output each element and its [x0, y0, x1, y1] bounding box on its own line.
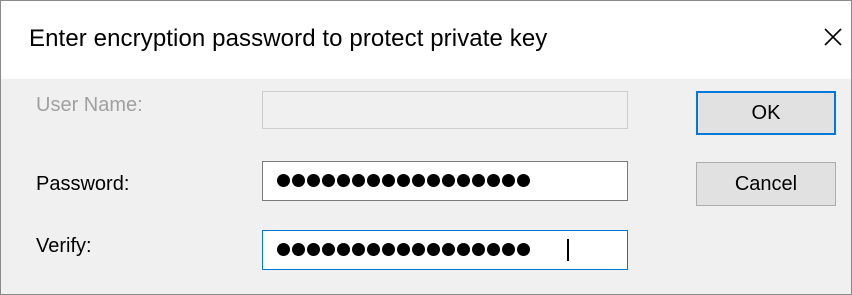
mask-dot — [337, 243, 350, 256]
title-bar: Enter encryption password to protect pri… — [1, 1, 851, 79]
mask-dot — [397, 243, 410, 256]
mask-dot — [517, 243, 530, 256]
mask-dot — [352, 243, 365, 256]
mask-dot — [517, 174, 530, 187]
mask-dot — [457, 243, 470, 256]
mask-dot — [397, 174, 410, 187]
mask-dot — [472, 243, 485, 256]
mask-dot — [292, 174, 305, 187]
password-label: Password: — [36, 173, 130, 195]
username-label: User Name: — [36, 94, 143, 116]
mask-dot — [502, 174, 515, 187]
mask-dot — [277, 174, 290, 187]
mask-dot — [277, 243, 290, 256]
mask-dot — [322, 243, 335, 256]
mask-dot — [307, 174, 320, 187]
mask-dot — [322, 174, 335, 187]
mask-dot — [487, 174, 500, 187]
mask-dot — [382, 243, 395, 256]
encryption-password-dialog: Enter encryption password to protect pri… — [0, 0, 852, 295]
password-mask — [277, 174, 530, 187]
dialog-body: User Name: Password: Verify: OK Cancel — [1, 79, 851, 294]
mask-dot — [487, 243, 500, 256]
mask-dot — [307, 243, 320, 256]
verify-label: Verify: — [36, 235, 92, 257]
mask-dot — [382, 174, 395, 187]
dialog-title: Enter encryption password to protect pri… — [29, 25, 548, 52]
mask-dot — [442, 174, 455, 187]
mask-dot — [442, 243, 455, 256]
mask-dot — [427, 174, 440, 187]
verify-mask — [277, 243, 530, 256]
mask-dot — [412, 174, 425, 187]
mask-dot — [427, 243, 440, 256]
username-field — [262, 91, 628, 129]
verify-field[interactable] — [262, 230, 628, 270]
mask-dot — [367, 243, 380, 256]
mask-dot — [292, 243, 305, 256]
mask-dot — [367, 174, 380, 187]
close-icon[interactable] — [819, 23, 847, 51]
text-caret — [567, 239, 569, 261]
mask-dot — [352, 174, 365, 187]
cancel-button[interactable]: Cancel — [696, 162, 836, 206]
mask-dot — [337, 174, 350, 187]
mask-dot — [457, 174, 470, 187]
mask-dot — [472, 174, 485, 187]
mask-dot — [412, 243, 425, 256]
mask-dot — [502, 243, 515, 256]
ok-button[interactable]: OK — [696, 91, 836, 135]
password-field[interactable] — [262, 161, 628, 201]
